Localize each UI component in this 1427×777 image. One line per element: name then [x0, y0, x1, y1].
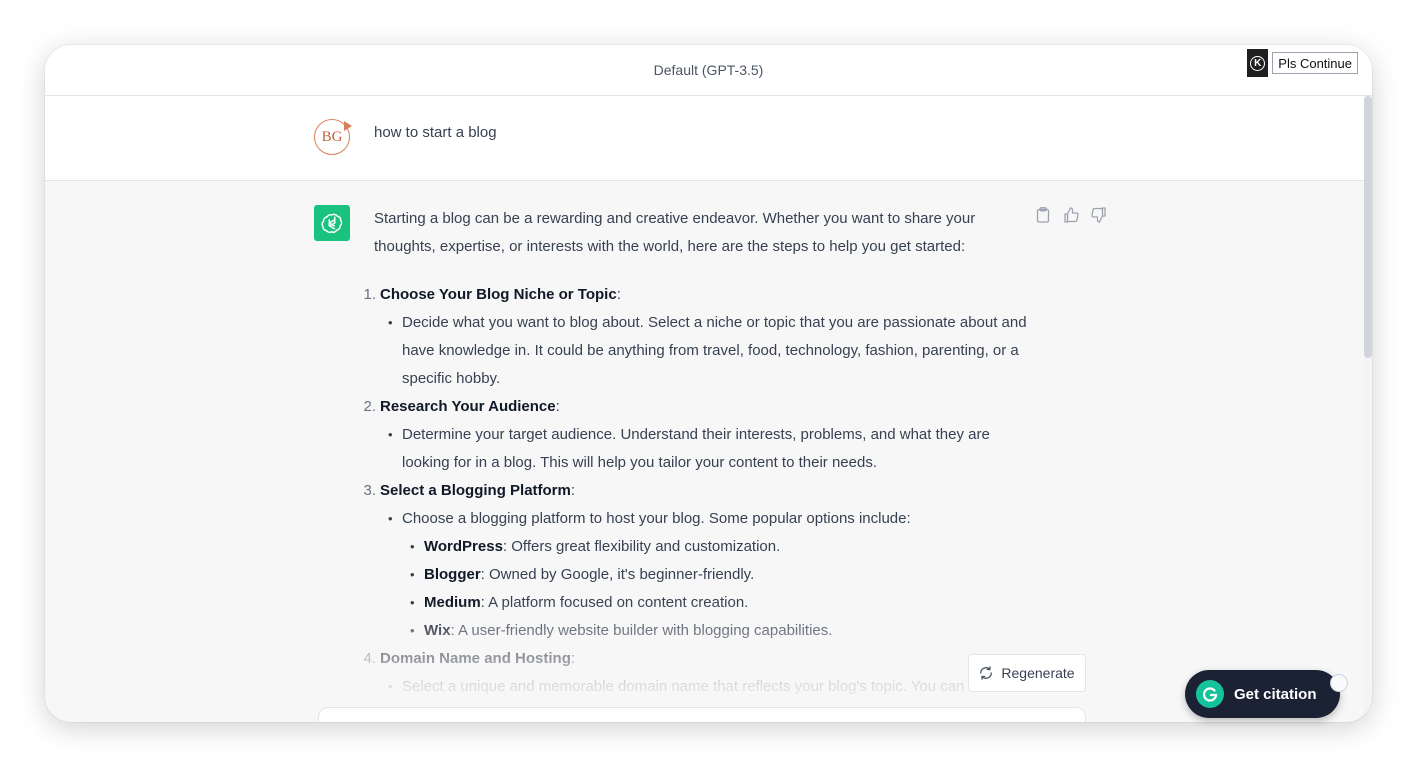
thumbs-down-icon[interactable]	[1091, 207, 1107, 223]
list-item: 1. Choose Your Blog Niche or Topic: Deci…	[363, 281, 1034, 393]
list-item: Determine your target audience. Understa…	[388, 421, 1034, 477]
openai-logo-icon	[314, 205, 350, 241]
user-message: BG how to start a blog	[45, 96, 1372, 181]
thumbs-up-icon[interactable]	[1063, 207, 1079, 223]
close-icon[interactable]	[1330, 674, 1348, 692]
model-label: Default (GPT-3.5)	[653, 62, 764, 78]
user-avatar: BG	[314, 119, 352, 155]
scrollbar-thumb[interactable]	[1364, 96, 1372, 358]
extension-bar: K Pls Continue	[1247, 49, 1358, 77]
message-input[interactable]	[318, 707, 1086, 722]
user-message-text: how to start a blog	[374, 124, 497, 141]
chat-window: Default (GPT-3.5) K Pls Continue BG how …	[45, 45, 1372, 722]
list-item: Decide what you want to blog about. Sele…	[388, 309, 1034, 393]
list-item: Medium: A platform focused on content cr…	[410, 589, 1034, 617]
regenerate-button[interactable]: Regenerate	[968, 654, 1086, 692]
scrollbar[interactable]	[1364, 96, 1372, 722]
assistant-message: Starting a blog can be a rewarding and c…	[45, 181, 1372, 722]
get-citation-button[interactable]: Get citation	[1185, 670, 1340, 718]
list-item: Wix: A user-friendly website builder wit…	[410, 617, 1034, 645]
clipboard-icon[interactable]	[1035, 207, 1051, 223]
message-actions	[1035, 207, 1107, 223]
list-item: 2. Research Your Audience: Determine you…	[363, 393, 1034, 477]
extension-logo-icon[interactable]: K	[1247, 49, 1269, 77]
list-item: Select a unique and memorable domain nam…	[388, 673, 1034, 701]
answer-intro: Starting a blog can be a rewarding and c…	[374, 210, 976, 255]
pls-continue-button[interactable]: Pls Continue	[1272, 52, 1358, 74]
refresh-icon	[980, 666, 993, 680]
steps-list: 1. Choose Your Blog Niche or Topic: Deci…	[363, 281, 1034, 701]
top-bar: Default (GPT-3.5) K Pls Continue	[45, 45, 1372, 96]
list-item: Choose a blogging platform to host your …	[388, 505, 1034, 645]
grammarly-logo-icon	[1196, 680, 1224, 708]
list-item: 3. Select a Blogging Platform: Choose a …	[363, 477, 1034, 645]
list-item: Blogger: Owned by Google, it's beginner-…	[410, 561, 1034, 589]
list-item: 4. Domain Name and Hosting: Select a uni…	[363, 645, 1034, 701]
avatar-flag-icon	[344, 121, 352, 131]
list-item: WordPress: Offers great flexibility and …	[410, 533, 1034, 561]
assistant-answer: Starting a blog can be a rewarding and c…	[363, 205, 1034, 701]
